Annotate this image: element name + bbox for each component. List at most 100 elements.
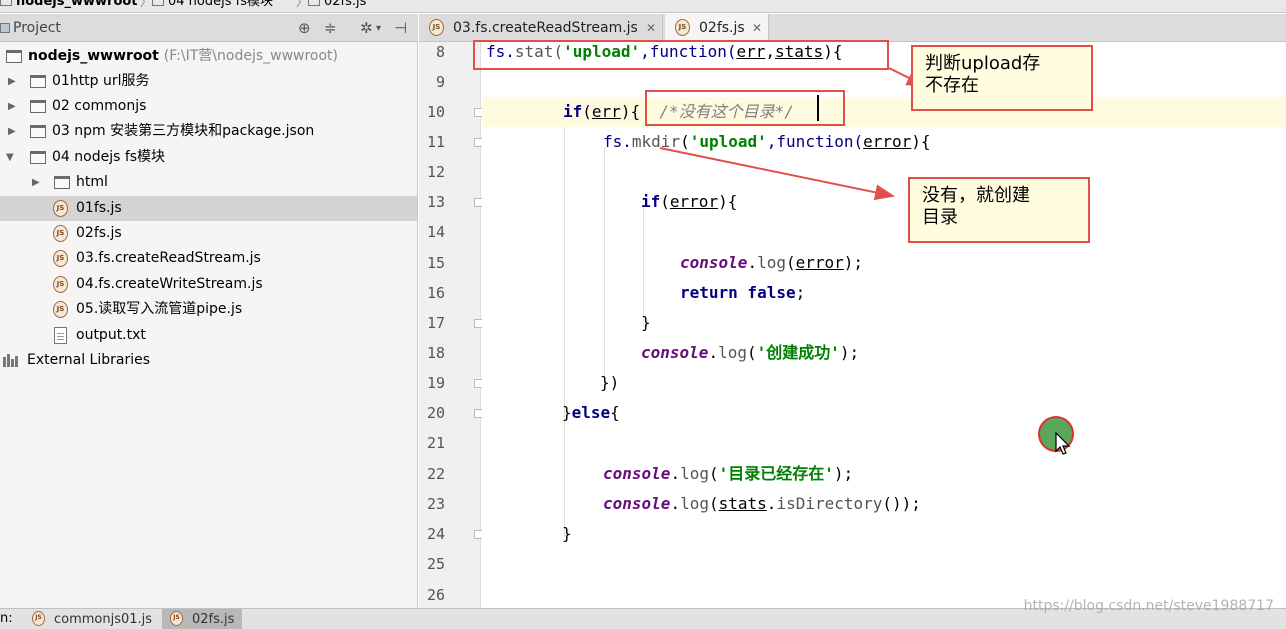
- code-line-17: }: [641, 313, 651, 332]
- bottom-tab-02fs[interactable]: JS 02fs.js: [162, 609, 242, 629]
- library-icon: [3, 354, 19, 367]
- folder-icon: [6, 50, 22, 63]
- callout-check-upload: 判断upload存 不存在: [911, 45, 1093, 111]
- tree-item-03npm[interactable]: ▶ 03 npm 安装第三方模块和package.json: [0, 119, 417, 144]
- tree-item-04fs-write[interactable]: JS 04.fs.createWriteStream.js: [0, 272, 417, 297]
- line-number: 11: [426, 133, 445, 151]
- line-number: 10: [426, 103, 445, 121]
- js-file-icon: JS: [675, 19, 690, 36]
- code-editor[interactable]: fs.stat('upload',function(err,stats){ if…: [482, 42, 1286, 608]
- tree-item-label: 05.读取写入流管道pipe.js: [76, 301, 243, 317]
- expand-arrow-icon[interactable]: ▶: [8, 69, 16, 94]
- folder-icon: [30, 151, 46, 164]
- code-line-15: console.log(error);: [680, 253, 864, 272]
- breadcrumb-file[interactable]: 02fs.js: [308, 0, 366, 8]
- tab-label: 03.fs.createReadStream.js: [453, 20, 638, 36]
- expand-arrow-icon[interactable]: ▶: [8, 119, 16, 144]
- tree-item-01http[interactable]: ▶ 01http url服务: [0, 69, 417, 94]
- line-number: 23: [426, 495, 445, 513]
- tree-item-label: html: [76, 174, 108, 190]
- line-number: 25: [426, 555, 445, 573]
- collapse-arrow-icon[interactable]: ▼: [6, 145, 14, 170]
- line-number-gutter: 8 9 10 11 12 13 14 15 16 17 18 19 20 21 …: [419, 42, 483, 608]
- tree-item-label: 02fs.js: [76, 225, 122, 241]
- tree-item-02fs[interactable]: JS 02fs.js: [0, 221, 417, 246]
- tree-item-02commonjs[interactable]: ▶ 02 commonjs: [0, 94, 417, 119]
- tree-item-label: 04 nodejs fs模块: [52, 149, 166, 165]
- code-line-10: if(err){ /*没有这个目录*/: [482, 97, 1286, 127]
- editor-tab-bar: JS 03.fs.createReadStream.js ✕ JS 02fs.j…: [419, 14, 1286, 42]
- folder-icon: [54, 176, 70, 189]
- tree-item-01fs[interactable]: JS 01fs.js: [0, 196, 417, 221]
- project-tree: nodejs_wwwroot (F:\IT营\nodejs_wwwroot) ▶…: [0, 42, 418, 608]
- code-line-16: return false;: [680, 283, 806, 302]
- collapse-all-icon[interactable]: ≑: [324, 19, 337, 37]
- chevron-right-icon: 〉: [140, 0, 153, 9]
- tree-item-root[interactable]: nodejs_wwwroot (F:\IT营\nodejs_wwwroot): [0, 44, 417, 69]
- line-number: 15: [426, 254, 445, 272]
- js-file-icon: JS: [53, 225, 68, 242]
- breadcrumb-project[interactable]: nodejs_wwwroot: [0, 0, 138, 8]
- close-icon[interactable]: ✕: [752, 14, 762, 42]
- line-number: 14: [426, 223, 445, 241]
- folder-icon: [152, 0, 164, 6]
- js-file-icon: JS: [429, 19, 444, 36]
- line-number: 16: [426, 284, 445, 302]
- line-number: 17: [426, 314, 445, 332]
- tree-item-label: 01fs.js: [76, 200, 122, 216]
- tab-label: 02fs.js: [699, 20, 745, 36]
- code-line-19: }): [600, 373, 620, 392]
- line-number: 20: [426, 404, 445, 422]
- expand-arrow-icon[interactable]: ▶: [32, 170, 40, 195]
- code-line-18: console.log('创建成功');: [641, 343, 860, 362]
- mouse-cursor-icon: [1055, 432, 1071, 455]
- js-file-icon: JS: [53, 301, 68, 318]
- js-file-icon: JS: [53, 276, 68, 293]
- breadcrumb-folder[interactable]: 04 nodejs fs模块: [152, 0, 273, 8]
- project-icon: [0, 23, 10, 33]
- highlight-box-comment: [645, 90, 845, 126]
- line-number: 24: [426, 525, 445, 543]
- tree-item-label: output.txt: [76, 327, 146, 343]
- code-line-20: }else{: [562, 403, 620, 422]
- gear-icon[interactable]: ✲: [360, 19, 373, 37]
- line-number: 21: [426, 434, 445, 452]
- tree-item-05pipe[interactable]: JS 05.读取写入流管道pipe.js: [0, 297, 417, 322]
- tree-item-output[interactable]: output.txt: [0, 323, 417, 348]
- line-number: 22: [426, 465, 445, 483]
- tree-item-label: 02 commonjs: [52, 98, 147, 114]
- file-icon: [308, 0, 320, 6]
- line-number: 13: [426, 193, 445, 211]
- tree-item-label: 03 npm 安装第三方模块和package.json: [52, 123, 315, 139]
- callout-create-dir: 没有，就创建 目录: [908, 177, 1090, 243]
- tree-item-04fs[interactable]: ▼ 04 nodejs fs模块: [0, 145, 417, 170]
- close-icon[interactable]: ✕: [646, 14, 656, 42]
- bottom-tab-commonjs01[interactable]: JS commonjs01.js: [24, 609, 162, 629]
- folder-icon: [30, 125, 46, 138]
- line-number: 18: [426, 344, 445, 362]
- js-file-icon: JS: [53, 250, 68, 267]
- tab-createReadStream[interactable]: JS 03.fs.createReadStream.js ✕: [419, 14, 663, 42]
- tab-02fs[interactable]: JS 02fs.js ✕: [665, 14, 769, 42]
- target-icon[interactable]: ⊕: [298, 19, 311, 37]
- code-line-24: }: [562, 524, 572, 543]
- project-panel-title[interactable]: Project: [13, 20, 61, 36]
- code-line-23: console.log(stats.isDirectory());: [603, 494, 921, 513]
- tree-item-html[interactable]: ▶ html: [0, 170, 417, 195]
- tree-item-label: 04.fs.createWriteStream.js: [76, 276, 263, 292]
- line-number: 9: [435, 73, 445, 91]
- expand-arrow-icon[interactable]: ▶: [8, 94, 16, 119]
- tree-item-external-libraries[interactable]: External Libraries: [0, 348, 417, 373]
- bottom-bar-prefix: n:: [0, 611, 13, 626]
- folder-icon: [30, 75, 46, 88]
- folder-icon: [30, 100, 46, 113]
- code-line-11: fs.mkdir('upload',function(error){: [603, 132, 931, 151]
- gear-dropdown-icon[interactable]: ▾: [376, 23, 381, 34]
- project-panel-header: Project ⊕ ≑ ✲ ▾ ⊣: [0, 14, 418, 42]
- bottom-tab-label: 02fs.js: [192, 612, 235, 627]
- js-file-icon: JS: [170, 611, 183, 626]
- tree-item-03fs[interactable]: JS 03.fs.createReadStream.js: [0, 246, 417, 271]
- folder-icon: [0, 0, 12, 6]
- hide-panel-icon[interactable]: ⊣: [394, 19, 407, 37]
- js-file-icon: JS: [53, 200, 68, 217]
